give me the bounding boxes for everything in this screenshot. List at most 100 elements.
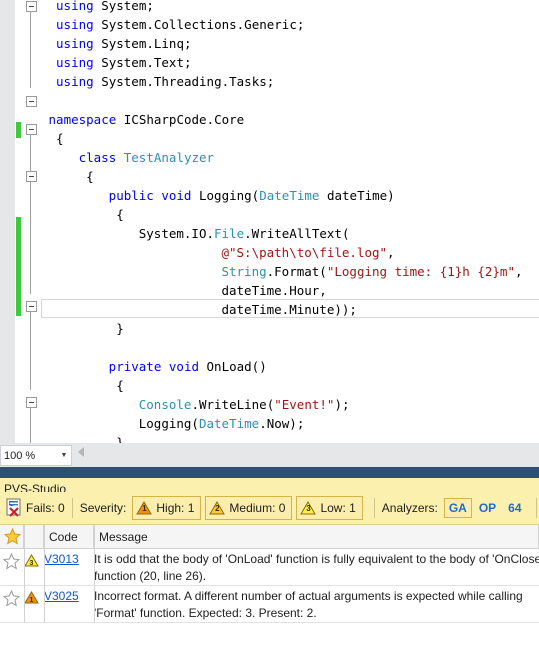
code-token: void [161, 188, 199, 203]
code-token: { [86, 169, 94, 184]
code-token: Logging( [138, 416, 199, 431]
diagnostic-code-link[interactable]: V3025 [44, 589, 90, 603]
code-token: using [56, 0, 102, 13]
code-token: File [214, 226, 245, 241]
severity-label: Severity: [79, 501, 127, 515]
grid-column-divider [44, 525, 45, 623]
grid-column-divider [94, 525, 95, 623]
code-token: , [515, 264, 523, 279]
code-token: .WriteAllText( [244, 226, 350, 241]
diagnostic-message[interactable]: Incorrect format. A different number of … [94, 588, 539, 622]
code-line[interactable]: dateTime.Hour, [41, 281, 327, 300]
code-line[interactable]: { [41, 167, 94, 186]
code-token: Logging( [199, 188, 260, 203]
analyzer-filter-64-button[interactable]: 64 [503, 498, 526, 518]
zoom-level-value: 100 % [4, 449, 36, 462]
code-line[interactable]: { [41, 129, 64, 148]
grid-header-row[interactable]: Code Message [0, 525, 539, 549]
grid-column-header[interactable]: Message [94, 525, 539, 548]
code-token: dateTime.Hour, [221, 283, 327, 298]
code-token: private [108, 359, 169, 374]
grid-column-header[interactable] [24, 525, 44, 548]
code-token: void [168, 359, 207, 374]
code-line[interactable]: namespace ICSharpCode.Core [41, 110, 245, 129]
code-line[interactable]: using System.Collections.Generic; [41, 15, 304, 34]
severity-filter-label: High: 1 [156, 501, 195, 515]
severity-triangle-icon: 2 [209, 501, 226, 515]
svg-text:1: 1 [30, 597, 34, 604]
code-line[interactable]: String.Format("Logging time: {1}h {2}m", [41, 262, 523, 281]
analyzer-filter-ga-button[interactable]: GA [443, 498, 472, 518]
code-token: class [78, 150, 124, 165]
toolbar-separator [535, 498, 537, 518]
grid-column-header[interactable]: Code [44, 525, 94, 548]
code-token: String [221, 264, 267, 279]
diagnostics-grid[interactable]: Code Message 3 V3013 It is odd that the bod… [0, 525, 539, 647]
code-token: { [116, 207, 124, 222]
severity-filter-high-button[interactable]: 1 High: 1 [132, 496, 202, 520]
analyzer-filter-op-button[interactable]: OP [474, 498, 501, 518]
code-line[interactable]: { [41, 205, 124, 224]
code-token: TestAnalyzer [123, 150, 215, 165]
code-line[interactable]: class TestAnalyzer [41, 148, 214, 167]
code-line[interactable] [41, 338, 109, 357]
horizontal-scroll-left-arrow-icon[interactable] [78, 447, 84, 457]
table-row[interactable]: 1 V3025 Incorrect format. A different numb… [0, 586, 539, 623]
code-line[interactable]: { [41, 376, 124, 395]
code-line[interactable] [41, 91, 56, 110]
chevron-down-icon: ▼ [60, 452, 68, 459]
code-line[interactable]: Console.WriteLine("Event!"); [41, 395, 350, 414]
code-token: System; [101, 0, 154, 13]
code-line[interactable]: using System.Threading.Tasks; [41, 72, 274, 91]
fails-cpp-icon: C [4, 498, 26, 518]
code-line[interactable]: } [41, 319, 124, 338]
code-line[interactable]: Logging(DateTime.Now); [41, 414, 305, 433]
code-token: { [56, 131, 64, 146]
code-line[interactable]: using System.Linq; [41, 34, 192, 53]
svg-text:C: C [9, 501, 14, 508]
favorite-star-icon[interactable] [0, 553, 22, 571]
code-line[interactable]: private void OnLoad() [41, 357, 267, 376]
code-text-layer[interactable]: using System; using System.Collections.Ge… [0, 0, 539, 452]
toolbar-separator [71, 498, 73, 518]
panel-top-band [0, 467, 539, 478]
analyzers-label: Analyzers: [381, 501, 438, 515]
zoom-level-combobox[interactable]: 100 % ▼ [0, 445, 72, 466]
code-token: "Logging time: {1}h {2}m" [326, 264, 515, 279]
severity-filter-low-button[interactable]: 3 Low: 1 [296, 496, 363, 520]
code-token: { [116, 378, 124, 393]
code-line[interactable]: using System; [41, 0, 154, 15]
toolbar-separator [373, 498, 375, 518]
code-token: .WriteLine( [191, 397, 275, 412]
grid-column-divider [24, 525, 25, 623]
favorite-star-icon[interactable] [0, 590, 22, 608]
code-token: System.Linq; [101, 36, 192, 51]
severity-filter-medium-button[interactable]: 2 Medium: 0 [205, 496, 293, 520]
severity-filter-label: Medium: 0 [229, 501, 286, 515]
grid-column-header[interactable] [0, 525, 24, 548]
code-token: .Now); [259, 416, 305, 431]
code-editor[interactable]: using System; using System.Collections.Ge… [0, 0, 539, 452]
fails-count-label: Fails: 0 [26, 501, 65, 515]
code-line[interactable]: dateTime.Minute)); [41, 300, 356, 319]
svg-text:3: 3 [30, 560, 34, 567]
code-token: dateTime) [319, 188, 395, 203]
code-token: using [56, 74, 102, 89]
table-row[interactable]: 3 V3013 It is odd that the body of 'OnLoad… [0, 549, 539, 586]
code-line[interactable]: public void Logging(DateTime dateTime) [41, 186, 395, 205]
code-token: System.Threading.Tasks; [101, 74, 275, 89]
code-line[interactable]: using System.Text; [41, 53, 191, 72]
pvs-studio-toolbar[interactable]: C Fails: 0 Severity: 1 High: 1 2 Medium: 03… [0, 492, 539, 525]
row-severity-triangle-icon: 3 [24, 554, 42, 570]
code-line[interactable]: @"S:\path\to\file.log", [41, 243, 394, 262]
code-token: DateTime [198, 416, 260, 431]
row-severity-triangle-icon: 1 [24, 591, 42, 607]
analyzer-filter-group[interactable]: GA OP 64 [443, 498, 529, 518]
severity-filter-group[interactable]: 1 High: 1 2 Medium: 0 3 Low: 1 [132, 496, 366, 520]
severity-triangle-icon: 3 [300, 501, 317, 515]
diagnostic-message[interactable]: It is odd that the body of 'OnLoad' func… [94, 551, 539, 585]
code-token: DateTime [259, 188, 320, 203]
code-token: @"S:\path\to\file.log" [221, 245, 388, 260]
code-line[interactable]: System.IO.File.WriteAllText( [41, 224, 350, 243]
diagnostic-code-link[interactable]: V3013 [44, 552, 90, 566]
